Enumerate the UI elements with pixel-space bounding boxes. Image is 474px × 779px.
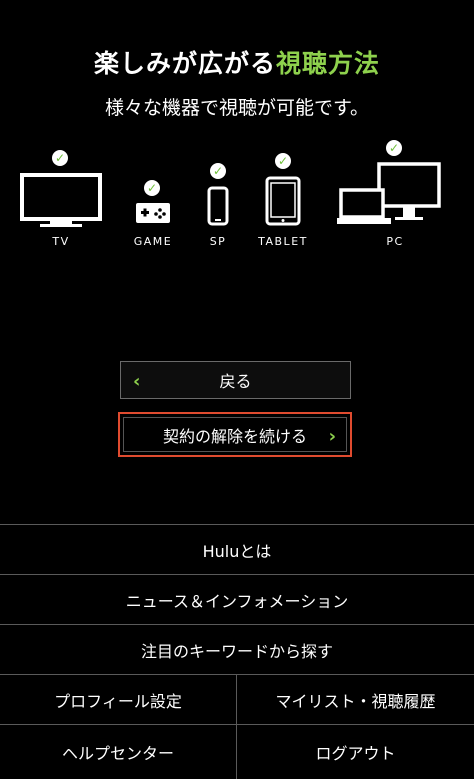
menu-item-logout[interactable]: ログアウト [237,724,474,779]
pc-icon [337,162,441,224]
tv-icon [20,173,102,227]
continue-cancellation-button[interactable]: 契約の解除を続ける › [118,412,352,457]
chevron-right-icon: › [328,426,336,447]
tablet-icon [265,176,301,226]
device-label-tv: TV [52,235,70,248]
menu-item-label: ログアウト [315,744,396,763]
device-label-game: GAME [133,235,173,248]
hero-title-main: 楽しみが広がる [93,49,276,78]
menu-item-about-hulu[interactable]: Huluとは [0,524,474,574]
smartphone-icon [207,186,229,226]
back-button[interactable]: ‹ 戻る [120,361,351,399]
device-label-tablet: TABLET [258,235,308,248]
chevron-left-icon: ‹ [133,371,141,392]
menu-item-help-center[interactable]: ヘルプセンター [0,724,237,779]
menu-item-label: ニュース＆インフォメーション [125,591,349,611]
menu-item-keywords[interactable]: 注目のキーワードから探す [0,624,474,674]
menu-item-label: 注目のキーワードから探す [140,641,333,661]
menu-item-mylist-history[interactable]: マイリスト・視聴履歴 [237,674,474,724]
menu-item-profile-settings[interactable]: プロフィール設定 [0,674,237,724]
menu-item-label: ヘルプセンター [61,744,174,763]
menu-item-label: プロフィール設定 [54,691,182,711]
back-button-label: 戻る [219,372,252,391]
device-label-sp: SP [209,235,227,248]
menu-item-label: マイリスト・視聴履歴 [275,691,436,711]
menu-item-news[interactable]: ニュース＆インフォメーション [0,574,474,624]
continue-button-inner: 契約の解除を続ける › [123,417,347,452]
menu-item-label: Huluとは [202,541,272,561]
gamepad-icon [136,203,170,223]
hero-title: 楽しみが広がる視聴方法 [0,44,474,80]
device-label-pc: PC [386,235,404,248]
hero-title-accent: 視聴方法 [276,49,381,78]
continue-button-label: 契約の解除を続ける [162,426,307,446]
hero-subtitle: 様々な機器で視聴が可能です。 [104,97,370,119]
